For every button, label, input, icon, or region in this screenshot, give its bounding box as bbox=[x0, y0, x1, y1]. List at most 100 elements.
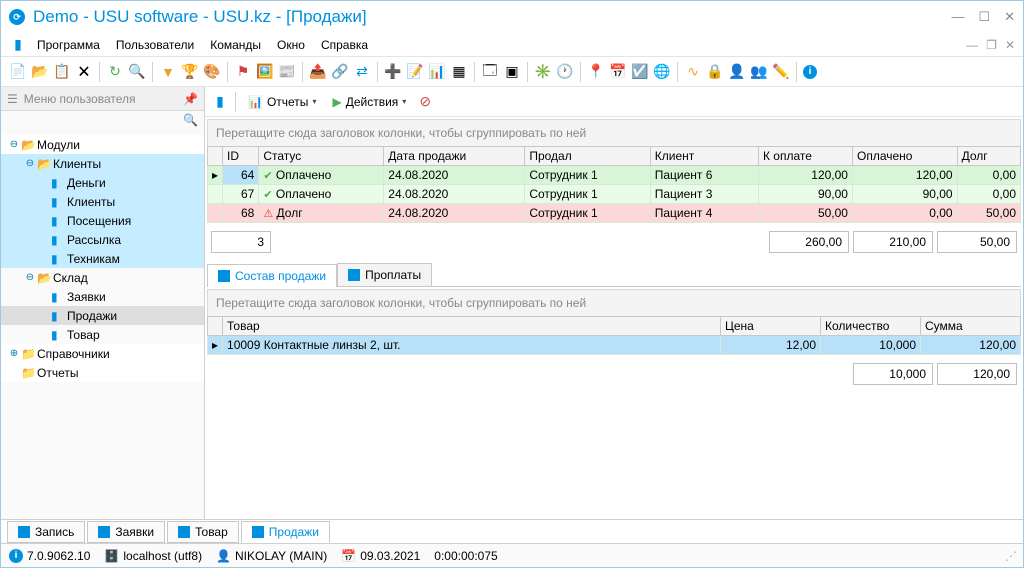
actions-dropdown[interactable]: ▶Действия▾ bbox=[326, 93, 412, 111]
search-icon[interactable]: 🔍 bbox=[128, 63, 146, 81]
close-button[interactable]: ✕ bbox=[1004, 9, 1015, 25]
tree-tech[interactable]: ▮Техникам bbox=[1, 249, 204, 268]
lock-icon[interactable]: 🔒 bbox=[706, 63, 724, 81]
star-icon[interactable]: ✳️ bbox=[534, 63, 552, 81]
add-icon[interactable]: ➕ bbox=[384, 63, 402, 81]
sum-topay: 260,00 bbox=[769, 231, 849, 253]
dcol-price[interactable]: Цена bbox=[721, 317, 821, 336]
layout-icon[interactable]: ▣ bbox=[503, 63, 521, 81]
inner-restore-button[interactable]: ❐ bbox=[986, 38, 997, 52]
grid-row[interactable]: 67✔ Оплачено24.08.2020Сотрудник 1Пациент… bbox=[208, 185, 1021, 204]
excel-icon[interactable]: 📊 bbox=[428, 63, 446, 81]
pencil-icon[interactable]: ✏️ bbox=[772, 63, 790, 81]
users-icon[interactable]: 👥 bbox=[750, 63, 768, 81]
group-hint-1[interactable]: Перетащите сюда заголовок колонки, чтобы… bbox=[207, 119, 1021, 146]
trophy-icon[interactable]: 🏆 bbox=[181, 63, 199, 81]
new-icon[interactable]: 📄 bbox=[9, 63, 27, 81]
detail-grid[interactable]: Товар Цена Количество Сумма ▸ 10009 Конт… bbox=[207, 316, 1021, 355]
col-id[interactable]: ID bbox=[223, 147, 259, 166]
delete-icon[interactable]: 🗙 bbox=[75, 63, 93, 81]
palette-icon[interactable]: 🎨 bbox=[203, 63, 221, 81]
stop-icon[interactable]: ⊘ bbox=[416, 93, 434, 111]
tree-reports[interactable]: ·📁Отчеты bbox=[1, 363, 204, 382]
user-icon[interactable]: 👤 bbox=[728, 63, 746, 81]
tree-clients[interactable]: ⊖📂Клиенты bbox=[1, 154, 204, 173]
dcol-sum[interactable]: Сумма bbox=[921, 317, 1021, 336]
burger-icon[interactable]: ☰ bbox=[7, 92, 18, 106]
refresh-icon[interactable]: ↻ bbox=[106, 63, 124, 81]
status-host: localhost (utf8) bbox=[123, 549, 202, 563]
dcol-item[interactable]: Товар bbox=[223, 317, 721, 336]
btab-requests[interactable]: Заявки bbox=[87, 521, 165, 543]
page-icon[interactable]: 📰 bbox=[278, 63, 296, 81]
window-icon[interactable]: 🗔 bbox=[481, 63, 499, 81]
tree-refs[interactable]: ⊕📁Справочники bbox=[1, 344, 204, 363]
col-status[interactable]: Статус bbox=[259, 147, 384, 166]
menu-commands[interactable]: Команды bbox=[204, 36, 267, 54]
copy-icon[interactable]: 📋 bbox=[53, 63, 71, 81]
inner-minimize-button[interactable]: — bbox=[966, 38, 978, 52]
tree-modules[interactable]: ⊖📂Модули bbox=[1, 135, 204, 154]
col-paid[interactable]: Оплачено bbox=[852, 147, 957, 166]
resize-grip[interactable]: ⋰ bbox=[1005, 549, 1015, 563]
tree-requests[interactable]: ▮Заявки bbox=[1, 287, 204, 306]
tree-visits[interactable]: ▮Посещения bbox=[1, 211, 204, 230]
menu-window[interactable]: Окно bbox=[271, 36, 311, 54]
swap-icon[interactable]: ⇄ bbox=[353, 63, 371, 81]
tab-payments[interactable]: Проплаты bbox=[337, 263, 432, 286]
menu-users[interactable]: Пользователи bbox=[110, 36, 200, 54]
grid-icon[interactable]: ▦ bbox=[450, 63, 468, 81]
ct-menu-icon[interactable]: ▮ bbox=[211, 93, 229, 111]
image-icon[interactable]: 🖼️ bbox=[256, 63, 274, 81]
tree-clients2[interactable]: ▮Клиенты bbox=[1, 192, 204, 211]
maximize-button[interactable]: ☐ bbox=[978, 9, 990, 25]
menu-icon[interactable]: ▮ bbox=[9, 36, 27, 54]
tree-sales[interactable]: ▮Продажи bbox=[1, 306, 204, 325]
detail-row[interactable]: ▸ 10009 Контактные линзы 2, шт. 12,00 10… bbox=[208, 336, 1021, 355]
detail-summary: 10,000 120,00 bbox=[207, 359, 1021, 389]
grid-row[interactable]: ▸64✔ Оплачено24.08.2020Сотрудник 1Пациен… bbox=[208, 166, 1021, 185]
open-icon[interactable]: 📂 bbox=[31, 63, 49, 81]
tree-goods[interactable]: ▮Товар bbox=[1, 325, 204, 344]
link-icon[interactable]: 🔗 bbox=[331, 63, 349, 81]
reports-dropdown[interactable]: 📊Отчеты▾ bbox=[242, 93, 322, 111]
sum-count: 3 bbox=[211, 231, 271, 253]
menu-help[interactable]: Справка bbox=[315, 36, 374, 54]
note-icon[interactable]: 📝 bbox=[406, 63, 424, 81]
rss-icon[interactable]: ∿ bbox=[684, 63, 702, 81]
btab-record[interactable]: Запись bbox=[7, 521, 85, 543]
col-topay[interactable]: К оплате bbox=[758, 147, 852, 166]
col-date[interactable]: Дата продажи bbox=[384, 147, 525, 166]
menu-program[interactable]: Программа bbox=[31, 36, 106, 54]
export-icon[interactable]: 📤 bbox=[309, 63, 327, 81]
col-debt[interactable]: Долг bbox=[957, 147, 1020, 166]
status-user: NIKOLAY (MAIN) bbox=[235, 549, 327, 563]
grid-row[interactable]: 68⚠ Долг24.08.2020Сотрудник 1Пациент 450… bbox=[208, 204, 1021, 223]
tree-money[interactable]: ▮Деньги bbox=[1, 173, 204, 192]
tree-warehouse[interactable]: ⊖📂Склад bbox=[1, 268, 204, 287]
pin-icon[interactable]: 📌 bbox=[183, 92, 198, 106]
tab-compose[interactable]: Состав продажи bbox=[207, 264, 337, 287]
col-seller[interactable]: Продал bbox=[525, 147, 650, 166]
globe-icon[interactable]: 🌐 bbox=[653, 63, 671, 81]
info-icon[interactable]: i bbox=[9, 549, 23, 563]
tasks-icon[interactable]: ☑️ bbox=[631, 63, 649, 81]
pin-icon[interactable]: 📍 bbox=[587, 63, 605, 81]
calendar-icon[interactable]: 📅 bbox=[609, 63, 627, 81]
info-icon[interactable]: i bbox=[803, 65, 817, 79]
clock-icon[interactable]: 🕐 bbox=[556, 63, 574, 81]
filter-icon[interactable]: ▼ bbox=[159, 63, 177, 81]
flag-icon[interactable]: ⚑ bbox=[234, 63, 252, 81]
tree-mailing[interactable]: ▮Рассылка bbox=[1, 230, 204, 249]
minimize-button[interactable]: — bbox=[951, 9, 964, 25]
sales-grid[interactable]: ID Статус Дата продажи Продал Клиент К о… bbox=[207, 146, 1021, 223]
group-hint-2[interactable]: Перетащите сюда заголовок колонки, чтобы… bbox=[207, 289, 1021, 316]
calendar-icon: 📅 bbox=[341, 549, 356, 563]
inner-close-button[interactable]: ✕ bbox=[1005, 38, 1015, 52]
col-client[interactable]: Клиент bbox=[650, 147, 758, 166]
btab-sales[interactable]: Продажи bbox=[241, 521, 330, 543]
tree-search-icon[interactable]: 🔍 bbox=[183, 113, 198, 131]
btab-goods[interactable]: Товар bbox=[167, 521, 239, 543]
menu-bar: ▮ Программа Пользователи Команды Окно Сп… bbox=[1, 33, 1023, 57]
dcol-qty[interactable]: Количество bbox=[821, 317, 921, 336]
